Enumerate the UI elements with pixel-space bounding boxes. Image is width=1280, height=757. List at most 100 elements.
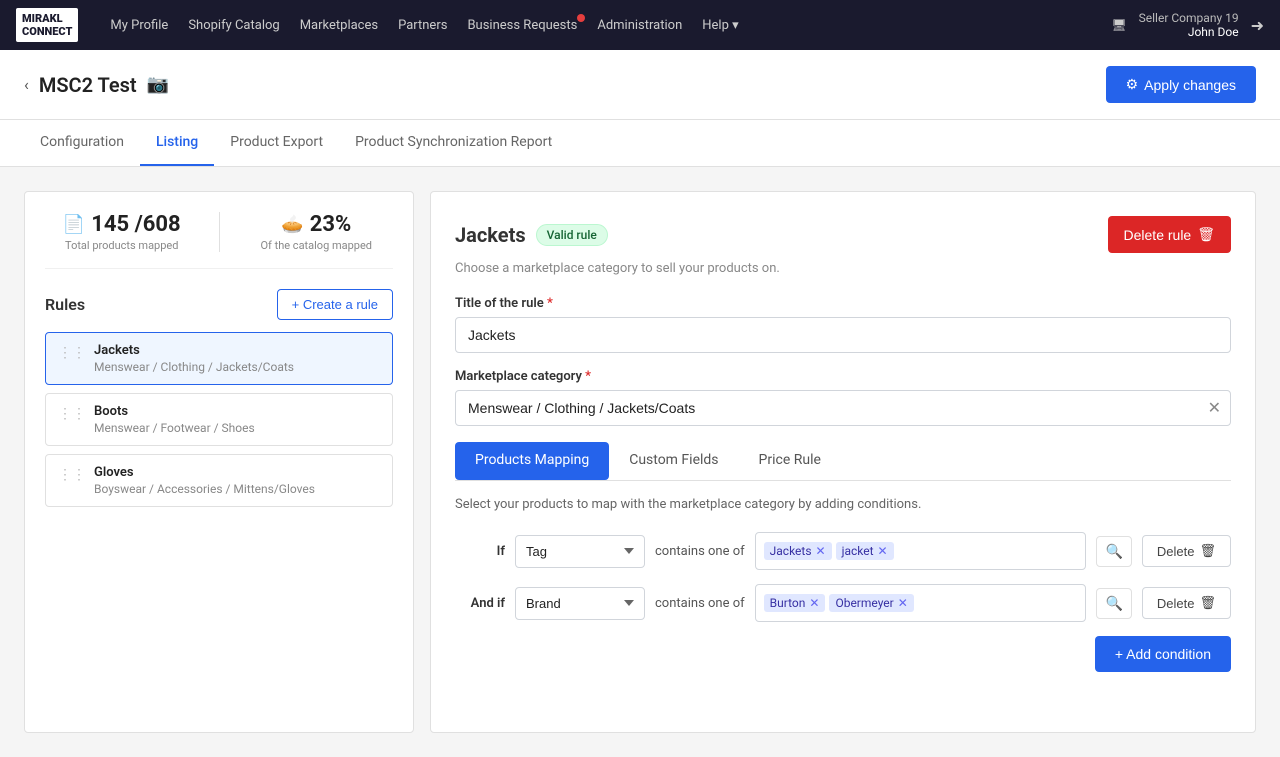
title-input[interactable]: [455, 317, 1231, 353]
rule-item-boots[interactable]: ⋮⋮ Boots Menswear / Footwear / Shoes: [45, 393, 393, 446]
stat-catalog: 🥧 23% Of the catalog mapped: [240, 212, 394, 252]
tag-chip-jacket: jacket ✕: [836, 542, 894, 560]
tab-listing[interactable]: Listing: [140, 120, 214, 166]
rule-path-jackets: Menswear / Clothing / Jackets/Coats: [94, 360, 294, 374]
pie-icon: 🥧: [281, 214, 303, 235]
condition-field-select-2[interactable]: Brand Tag Category: [515, 587, 645, 620]
tab-custom-fields[interactable]: Custom Fields: [609, 442, 738, 480]
nav-partners[interactable]: Partners: [398, 18, 447, 33]
main-content: 📄 145 /608 Total products mapped 🥧 23% O…: [0, 167, 1280, 757]
condition-row-2: And if Brand Tag Category contains one o…: [455, 584, 1231, 622]
condition-tags-input-1[interactable]: Jackets ✕ jacket ✕: [755, 532, 1087, 570]
clear-category-button[interactable]: ✕: [1208, 398, 1221, 418]
condition-operator-2: contains one of: [655, 596, 745, 611]
trash-icon: 🗑: [1199, 595, 1216, 611]
gear-icon: ⚙: [1126, 76, 1139, 93]
notification-dot: [577, 14, 585, 22]
remove-tag-obermeyer[interactable]: ✕: [898, 597, 908, 609]
logo[interactable]: MIRAKL CONNECT: [16, 8, 78, 42]
nav-business-requests[interactable]: Business Requests: [467, 18, 577, 33]
create-rule-button[interactable]: + Create a rule: [277, 289, 393, 320]
page-header: ‹ MSC2 Test 📷 ⚙ Apply changes: [0, 50, 1280, 120]
delete-condition-button-1[interactable]: Delete 🗑: [1142, 535, 1231, 567]
rule-name-gloves: Gloves: [94, 465, 315, 480]
top-navigation: MIRAKL CONNECT My Profile Shopify Catalo…: [0, 0, 1280, 50]
drag-handle-icon: ⋮⋮: [58, 345, 86, 361]
left-panel: 📄 145 /608 Total products mapped 🥧 23% O…: [24, 191, 414, 733]
page-title-row: ‹ MSC2 Test 📷: [24, 73, 169, 97]
condition-field-select-1[interactable]: Tag Brand Category: [515, 535, 645, 568]
nav-administration[interactable]: Administration: [597, 18, 682, 33]
condition-operator-1: contains one of: [655, 544, 745, 559]
condition-prefix-2: And if: [455, 596, 505, 611]
add-condition-row: + Add condition: [455, 636, 1231, 672]
trash-icon: 🗑: [1199, 543, 1216, 559]
nav-marketplaces[interactable]: Marketplaces: [300, 18, 378, 33]
nav-help[interactable]: Help ▾: [702, 18, 738, 33]
back-button[interactable]: ‹: [24, 75, 29, 94]
rule-title: Jackets: [455, 223, 526, 247]
rule-item-jackets[interactable]: ⋮⋮ Jackets Menswear / Clothing / Jackets…: [45, 332, 393, 385]
tab-price-rule[interactable]: Price Rule: [739, 442, 841, 480]
tag-chip-obermeyer: Obermeyer ✕: [829, 594, 913, 612]
remove-tag-burton[interactable]: ✕: [809, 597, 819, 609]
monitor-icon: 🖥: [1111, 18, 1126, 32]
right-panel: Jackets Valid rule Delete rule 🗑 Choose …: [430, 191, 1256, 733]
search-tags-button-1[interactable]: 🔍: [1096, 536, 1131, 567]
rules-title: Rules: [45, 295, 85, 314]
camera-icon[interactable]: 📷: [147, 74, 169, 95]
mapped-label: Total products mapped: [45, 239, 199, 252]
rules-list: ⋮⋮ Jackets Menswear / Clothing / Jackets…: [45, 332, 393, 507]
search-tags-button-2[interactable]: 🔍: [1096, 588, 1131, 619]
title-field-group: Title of the rule *: [455, 296, 1231, 353]
drag-handle-icon: ⋮⋮: [58, 467, 86, 483]
stat-mapped: 📄 145 /608 Total products mapped: [45, 212, 199, 252]
user-info: Seller Company 19 John Doe: [1139, 11, 1239, 39]
document-icon: 📄: [63, 214, 85, 235]
delete-condition-button-2[interactable]: Delete 🗑: [1142, 587, 1231, 619]
nav-user-area: 🖥 Seller Company 19 John Doe ➜: [1111, 11, 1264, 39]
tab-products-mapping[interactable]: Products Mapping: [455, 442, 609, 480]
apply-changes-button[interactable]: ⚙ Apply changes: [1106, 66, 1256, 103]
rule-header-row: Jackets Valid rule Delete rule 🗑: [455, 216, 1231, 253]
category-input-wrapper: ✕: [455, 390, 1231, 426]
condition-tags-input-2[interactable]: Burton ✕ Obermeyer ✕: [755, 584, 1087, 622]
tab-configuration[interactable]: Configuration: [24, 120, 140, 166]
remove-tag-jackets[interactable]: ✕: [816, 545, 826, 557]
catalog-pct: 23%: [310, 212, 352, 237]
page-title: MSC2 Test: [39, 73, 137, 97]
rule-subtitle: Choose a marketplace category to sell yo…: [455, 261, 1231, 276]
mapped-count: 145 /608: [91, 212, 180, 237]
rules-header: Rules + Create a rule: [45, 289, 393, 320]
delete-rule-button[interactable]: Delete rule 🗑: [1108, 216, 1231, 253]
tag-chip-jackets: Jackets ✕: [764, 542, 832, 560]
category-label: Marketplace category *: [455, 369, 1231, 384]
tab-product-sync-report[interactable]: Product Synchronization Report: [339, 120, 568, 166]
company-name: Seller Company 19: [1139, 11, 1239, 25]
rule-path-gloves: Boyswear / Accessories / Mittens/Gloves: [94, 482, 315, 496]
category-input[interactable]: [455, 390, 1231, 426]
title-label: Title of the rule *: [455, 296, 1231, 311]
rule-title-area: Jackets Valid rule: [455, 223, 608, 247]
category-field-group: Marketplace category * ✕: [455, 369, 1231, 426]
rule-path-boots: Menswear / Footwear / Shoes: [94, 421, 255, 435]
tag-chip-burton: Burton ✕: [764, 594, 826, 612]
nav-shopify-catalog[interactable]: Shopify Catalog: [188, 18, 279, 33]
mapping-description: Select your products to map with the mar…: [455, 497, 1231, 512]
required-star-cat: *: [585, 369, 591, 384]
tab-product-export[interactable]: Product Export: [214, 120, 339, 166]
required-star: *: [547, 296, 553, 311]
add-condition-button[interactable]: + Add condition: [1095, 636, 1231, 672]
inner-tabs: Products Mapping Custom Fields Price Rul…: [455, 442, 1231, 481]
catalog-label: Of the catalog mapped: [240, 239, 394, 252]
stat-divider: [219, 212, 220, 252]
logout-icon[interactable]: ➜: [1251, 16, 1264, 35]
username: John Doe: [1188, 25, 1239, 39]
remove-tag-jacket[interactable]: ✕: [878, 545, 888, 557]
stats-row: 📄 145 /608 Total products mapped 🥧 23% O…: [45, 212, 393, 269]
trash-icon: 🗑: [1197, 226, 1215, 243]
condition-row-1: If Tag Brand Category contains one of Ja…: [455, 532, 1231, 570]
drag-handle-icon: ⋮⋮: [58, 406, 86, 422]
rule-item-gloves[interactable]: ⋮⋮ Gloves Boyswear / Accessories / Mitte…: [45, 454, 393, 507]
nav-my-profile[interactable]: My Profile: [110, 18, 168, 33]
